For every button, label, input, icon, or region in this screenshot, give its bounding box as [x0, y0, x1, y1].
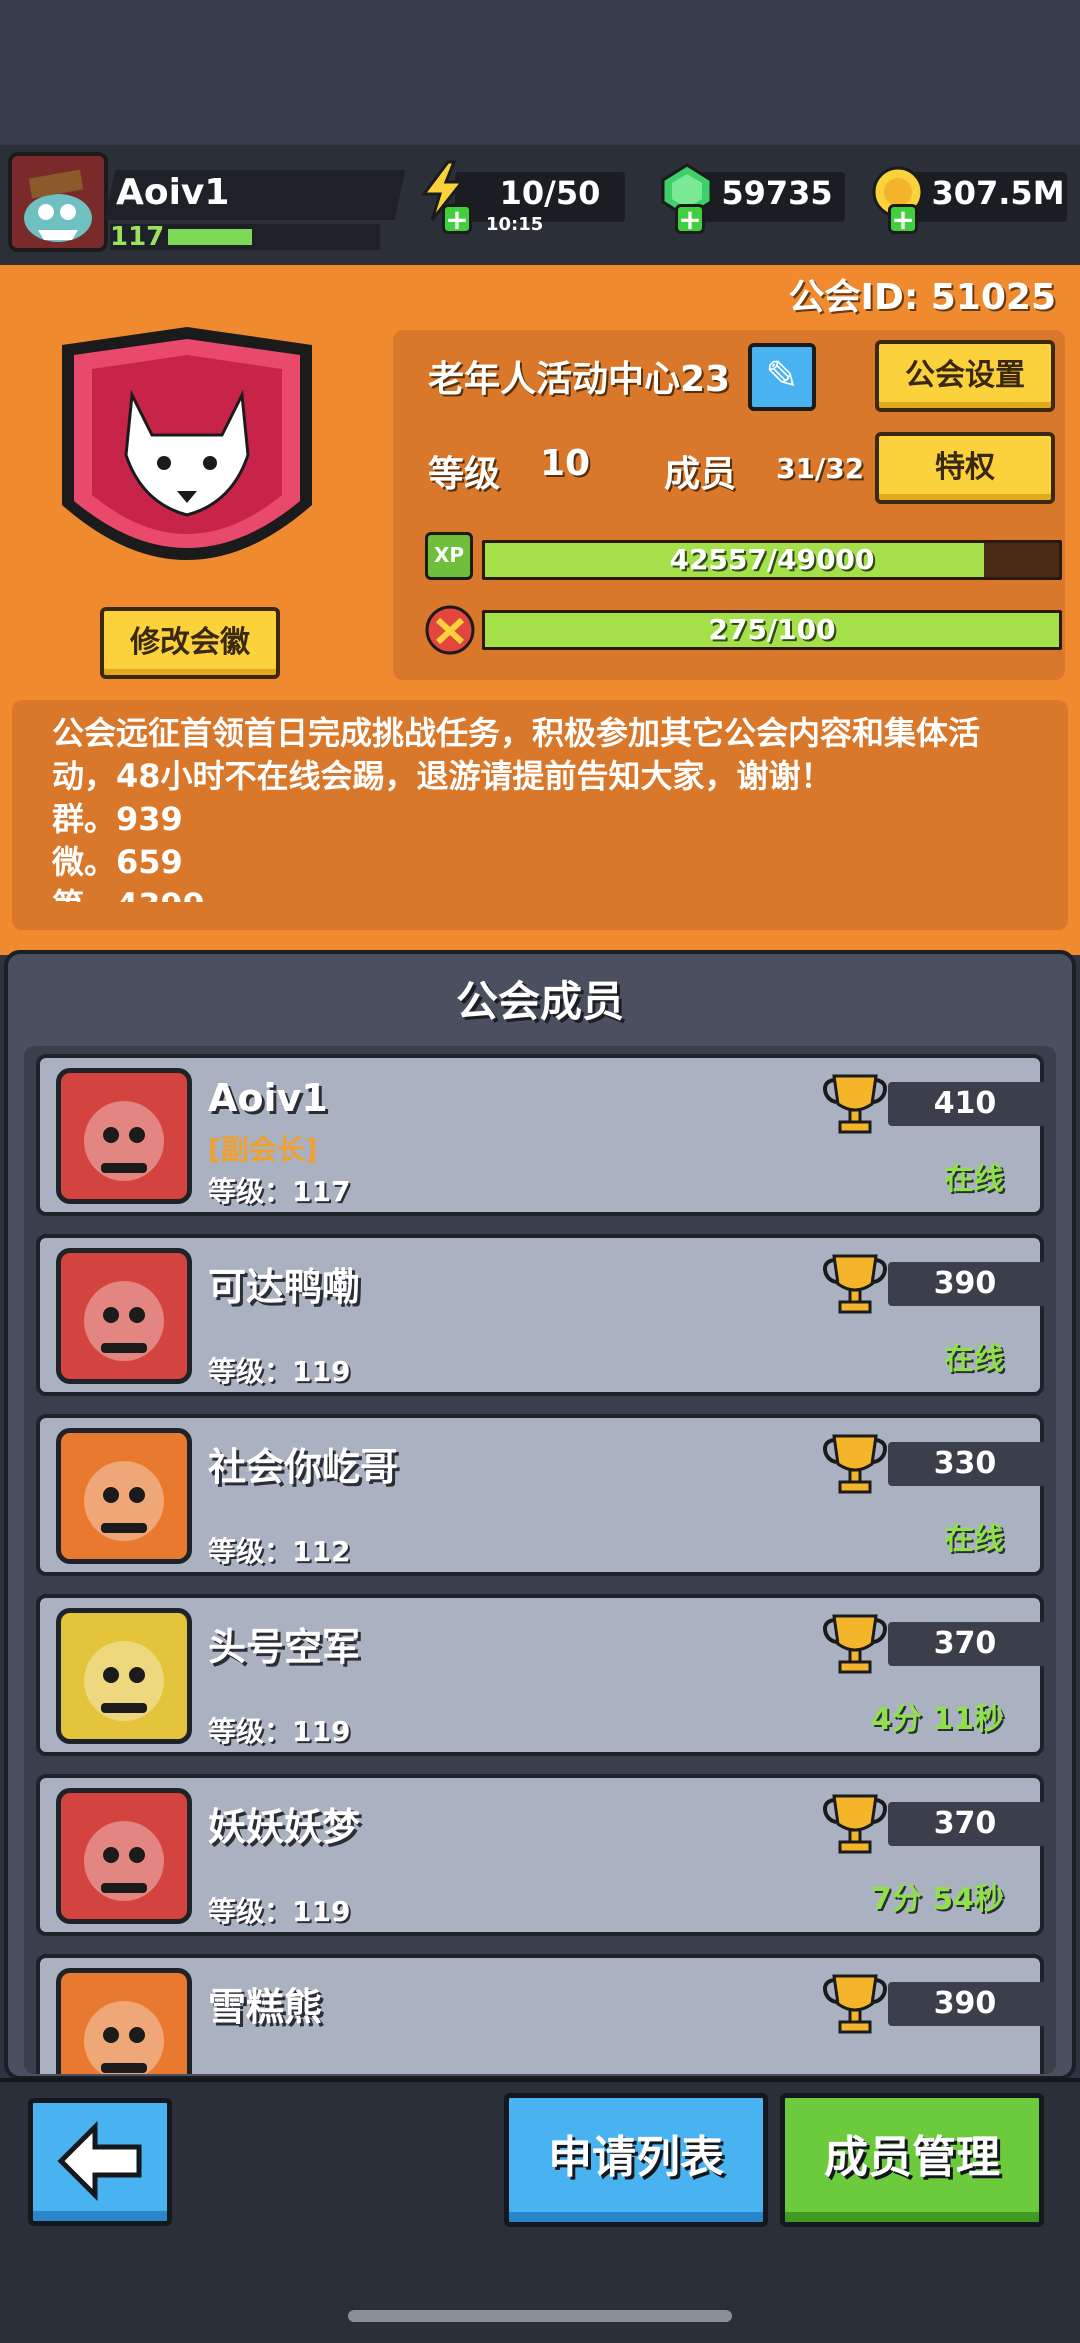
member-trophies: 370 — [933, 1626, 997, 1661]
member-trophies: 390 — [933, 1266, 997, 1301]
member-avatar-icon — [84, 1821, 164, 1901]
member-name: 头号空军 — [208, 1625, 361, 1669]
member-name: 妖妖妖梦 — [208, 1805, 361, 1849]
member-level: 等级：119 — [208, 1355, 351, 1388]
guild-activity-icon — [425, 605, 475, 655]
member-trophies: 390 — [933, 1986, 997, 2021]
member-avatar-icon — [84, 1281, 164, 1361]
member-status: 4分 11秒 — [870, 1702, 1004, 1737]
player-name: Aoiv1 — [116, 172, 230, 213]
status-bar-area — [0, 0, 1080, 145]
member-role: [副会长] — [208, 1133, 318, 1166]
member-row[interactable]: 头号空军等级：119 370 4分 11秒 — [36, 1594, 1048, 1756]
gems-plus-button[interactable]: + — [675, 204, 705, 234]
member-avatar-icon — [84, 1101, 164, 1181]
guild-settings-button[interactable]: 公会设置 — [875, 340, 1055, 412]
member-row[interactable]: 妖妖妖梦等级：119 370 7分 54秒 — [36, 1774, 1048, 1936]
member-level: 等级：119 — [208, 1895, 351, 1928]
guild-xp-bar: 42557/49000 — [482, 540, 1062, 580]
gold-value: 307.5M — [931, 174, 1065, 212]
guild-notice-text: 公会远征首领首日完成挑战任务，积极参加其它公会内容和集体活动，48小时不在线会踢… — [52, 714, 981, 902]
member-status: 在线 — [944, 1162, 1004, 1197]
change-badge-button[interactable]: 修改会徽 — [100, 607, 280, 679]
privilege-button[interactable]: 特权 — [875, 432, 1055, 504]
guild-level-label: 等级 — [428, 454, 501, 495]
guild-name: 老年人活动中心23 — [428, 359, 731, 400]
member-name: 可达鸭嘞 — [208, 1265, 361, 1309]
guild-activity-text: 275/100 — [708, 613, 836, 646]
member-level: 等级：119 — [208, 1715, 351, 1748]
edit-name-button[interactable]: ✎ — [748, 343, 816, 411]
member-status: 7分 54秒 — [870, 1882, 1004, 1917]
player-level-fill — [168, 229, 252, 245]
member-row[interactable]: 社会你屹哥等级：112 330 在线 — [36, 1414, 1048, 1576]
member-name: 雪糕熊 — [208, 1985, 323, 2029]
member-avatar[interactable] — [56, 1428, 192, 1564]
energy-timer: 10:15 — [486, 214, 544, 235]
trophy-icon — [823, 1254, 887, 1314]
gems-value: 59735 — [721, 174, 833, 212]
member-status: 在线 — [944, 1522, 1004, 1557]
back-button[interactable] — [28, 2098, 172, 2226]
guild-xp-text: 42557/49000 — [669, 543, 875, 576]
guild-members-value: 31/32 — [776, 452, 865, 485]
member-row[interactable]: 可达鸭嘞等级：119 390 在线 — [36, 1234, 1048, 1396]
apply-list-button[interactable]: 申请列表 — [504, 2093, 768, 2227]
member-trophies: 330 — [933, 1446, 997, 1481]
player-level: 117 — [110, 222, 165, 252]
energy-plus-button[interactable]: + — [442, 204, 472, 234]
trophy-icon — [823, 1074, 887, 1134]
trophy-icon — [823, 1434, 887, 1494]
guild-badge-icon — [62, 327, 312, 560]
trophy-icon — [823, 1974, 887, 2034]
member-row[interactable]: 雪糕熊 390 — [36, 1954, 1048, 2074]
guild-members-label: 成员 — [664, 454, 737, 495]
guild-id: 公会ID: 51025 — [788, 277, 1056, 318]
pencil-icon: ✎ — [765, 353, 799, 399]
player-avatar-icon — [12, 156, 104, 248]
member-level: 等级：112 — [208, 1535, 351, 1568]
member-avatar[interactable] — [56, 1248, 192, 1384]
home-indicator — [348, 2310, 732, 2322]
energy-value: 10/50 — [499, 174, 601, 212]
member-avatar-icon — [84, 1641, 164, 1721]
members-list[interactable]: Aoiv1 [副会长] 等级：117 410 在线 可达鸭嘞 等级：119 390 在线 社会你屹… — [24, 1046, 1056, 2074]
arrow-left-icon — [57, 2120, 142, 2202]
member-avatar[interactable] — [56, 1968, 192, 2074]
guild-level-value: 10 — [540, 443, 591, 484]
member-status: 在线 — [944, 1342, 1004, 1377]
trophy-icon — [823, 1614, 887, 1674]
member-avatar[interactable] — [56, 1608, 192, 1744]
xp-icon: XP — [425, 532, 473, 580]
member-name: Aoiv1 — [208, 1076, 328, 1120]
member-avatar[interactable] — [56, 1068, 192, 1204]
member-avatar-icon — [84, 2001, 164, 2074]
member-trophies: 410 — [933, 1086, 997, 1121]
player-avatar[interactable] — [8, 152, 108, 252]
members-title: 公会成员 — [455, 977, 624, 1026]
member-trophies: 370 — [933, 1806, 997, 1841]
member-avatar[interactable] — [56, 1788, 192, 1924]
member-level: 等级：117 — [208, 1175, 351, 1208]
guild-activity-bar: 275/100 — [482, 610, 1062, 650]
gold-plus-button[interactable]: + — [888, 204, 918, 234]
member-name: 社会你屹哥 — [208, 1445, 399, 1489]
member-row[interactable]: Aoiv1 [副会长] 等级：117 410 在线 — [36, 1054, 1048, 1216]
member-avatar-icon — [84, 1461, 164, 1541]
trophy-icon — [823, 1794, 887, 1854]
member-manage-button[interactable]: 成员管理 — [780, 2093, 1044, 2227]
